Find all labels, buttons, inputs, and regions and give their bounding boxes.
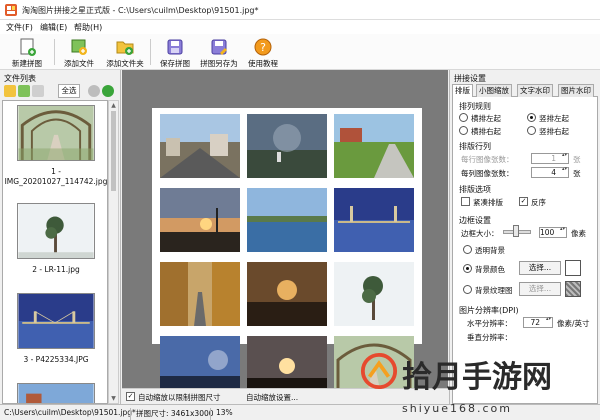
reverse-checkbox[interactable]: ✓ — [519, 197, 528, 206]
tab-thumb-scale[interactable]: 小图缩放 — [476, 84, 512, 97]
remove-image-icon[interactable] — [32, 85, 44, 97]
choose-color-button[interactable]: 选择... — [519, 261, 561, 275]
menu-bar: 文件(F) 编辑(E) 帮助(H) — [0, 20, 600, 34]
status-zoom: 13% — [216, 408, 233, 417]
zoom-settings-link[interactable]: 自动缩放设置... — [246, 392, 298, 403]
radio-col-right[interactable] — [527, 126, 536, 135]
add-folder-button[interactable]: 添加文件夹 — [102, 37, 148, 69]
rows-group-label: 排版行列 — [459, 142, 491, 151]
add-image-icon[interactable] — [18, 85, 30, 97]
auto-fit-label: 自动缩放以限制拼图尺寸 — [138, 393, 221, 402]
file-list-title: 文件列表 — [4, 74, 36, 83]
collage-photo — [160, 114, 240, 178]
thumbnail-image — [17, 293, 95, 349]
file-list-scrollbar[interactable]: ▲ ▼ — [108, 100, 119, 404]
window-title: 淘淘图片拼接之星正式版 - C:\Users\cuilm\Desktop\915… — [22, 6, 259, 15]
list-item[interactable]: 1 - IMG_20201027_114742.jpg — [3, 105, 107, 201]
menu-edit[interactable]: 编辑(E) — [40, 22, 67, 33]
title-bar: 淘淘图片拼接之星正式版 - C:\Users\cuilm\Desktop\915… — [0, 0, 600, 20]
status-separator — [130, 408, 131, 420]
bg-color-swatch[interactable] — [565, 260, 581, 276]
collage-photo — [334, 188, 414, 252]
save-as-icon — [211, 39, 227, 55]
collage-photo — [247, 188, 327, 252]
scrollbar-thumb[interactable] — [111, 111, 116, 191]
app-logo-icon — [5, 4, 17, 16]
collage-photo — [160, 262, 240, 326]
open-folder-icon[interactable] — [4, 85, 16, 97]
per-row-stepper[interactable]: 1 — [531, 153, 569, 164]
new-document-icon — [20, 38, 36, 56]
border-size-stepper[interactable]: 100 — [539, 227, 567, 238]
settings-title: 拼接设置 — [454, 74, 486, 83]
auto-fit-checkbox[interactable]: ✓ — [126, 392, 135, 401]
collage-photo — [334, 114, 414, 178]
radio-bg-color[interactable] — [463, 264, 472, 273]
radio-col-left[interactable] — [527, 113, 536, 122]
status-path: C:\Users\cuilm\Desktop\91501.jpg* — [4, 408, 136, 417]
tutorial-button[interactable]: ? 使用教程 — [240, 37, 286, 69]
radio-transparent-bg[interactable] — [463, 245, 472, 254]
bg-texture-swatch[interactable] — [565, 281, 581, 297]
settings-tabs: 排版 小图缩放 文字水印 图片水印 — [452, 84, 598, 98]
file-list-panel: 文件列表 全选 1 - IMG_20201027_114742.jpg 2 - … — [0, 70, 121, 404]
collage-photo — [160, 188, 240, 252]
tab-text-watermark[interactable]: 文字水印 — [517, 84, 553, 97]
options-group-label: 排版选项 — [459, 185, 491, 194]
slider-thumb[interactable] — [513, 225, 519, 237]
watermark-url: shiyue168.com — [402, 402, 512, 415]
status-separator — [210, 408, 211, 420]
save-icon — [167, 39, 183, 55]
horizontal-dpi-stepper[interactable]: 72 — [523, 317, 553, 328]
site-watermark: 拾月手游网 shiyue168.com — [358, 348, 600, 420]
watermark-logo-icon — [360, 352, 398, 390]
collage-photo — [334, 262, 414, 326]
scroll-up-icon[interactable]: ▲ — [109, 101, 118, 110]
select-all-button[interactable]: 全选 — [58, 84, 80, 98]
collage-preview — [152, 108, 422, 400]
tab-layout[interactable]: 排版 — [452, 84, 473, 98]
scroll-down-icon[interactable]: ▼ — [109, 394, 118, 403]
thumbnail-image — [17, 203, 95, 259]
list-item[interactable]: 2 - LR-11.jpg — [3, 203, 107, 293]
status-size: 拼图尺寸: 3461x3000 — [136, 409, 214, 418]
menu-file[interactable]: 文件(F) — [6, 22, 33, 33]
watermark-text: 拾月手游网 — [402, 360, 552, 395]
collage-photo — [247, 114, 327, 178]
list-item[interactable]: 3 - P4225334.JPG — [3, 293, 107, 383]
border-group-label: 边框设置 — [459, 216, 491, 225]
svg-text:?: ? — [260, 41, 266, 54]
choose-texture-button[interactable]: 选择... — [519, 282, 561, 296]
add-file-button[interactable]: 添加文件 — [56, 37, 102, 69]
list-item[interactable] — [3, 383, 107, 403]
tab-image-watermark[interactable]: 图片水印 — [558, 84, 594, 97]
dpi-group-label: 图片分辨率(DPI) — [459, 306, 519, 315]
order-group-label: 排列规则 — [459, 102, 491, 111]
thumbnail-image — [17, 105, 95, 161]
radio-row-left[interactable] — [459, 113, 468, 122]
toolbar: 新建拼图 添加文件 添加文件夹 保存拼图 拼图另存为 ? 使用教程 — [0, 34, 600, 70]
radio-bg-texture[interactable] — [463, 285, 472, 294]
toolbar-separator — [54, 39, 55, 65]
toolbar-separator — [150, 39, 151, 65]
save-collage-button[interactable]: 保存拼图 — [152, 37, 198, 69]
compact-checkbox[interactable] — [461, 197, 470, 206]
radio-row-right[interactable] — [459, 126, 468, 135]
save-as-button[interactable]: 拼图另存为 — [196, 37, 242, 69]
thumbnail-image — [17, 383, 95, 403]
per-col-stepper[interactable]: 4 — [531, 167, 569, 178]
new-collage-button[interactable]: 新建拼图 — [4, 37, 50, 69]
collage-photo — [247, 262, 327, 326]
thumbnail-list[interactable]: 1 - IMG_20201027_114742.jpg 2 - LR-11.jp… — [2, 100, 108, 404]
help-icon: ? — [254, 38, 272, 56]
file-list-toolbar: 全选 — [2, 84, 119, 98]
move-down-icon[interactable] — [102, 85, 114, 97]
add-file-icon — [71, 39, 87, 55]
menu-help[interactable]: 帮助(H) — [74, 22, 102, 33]
move-up-icon[interactable] — [88, 85, 100, 97]
add-folder-icon — [116, 41, 134, 55]
